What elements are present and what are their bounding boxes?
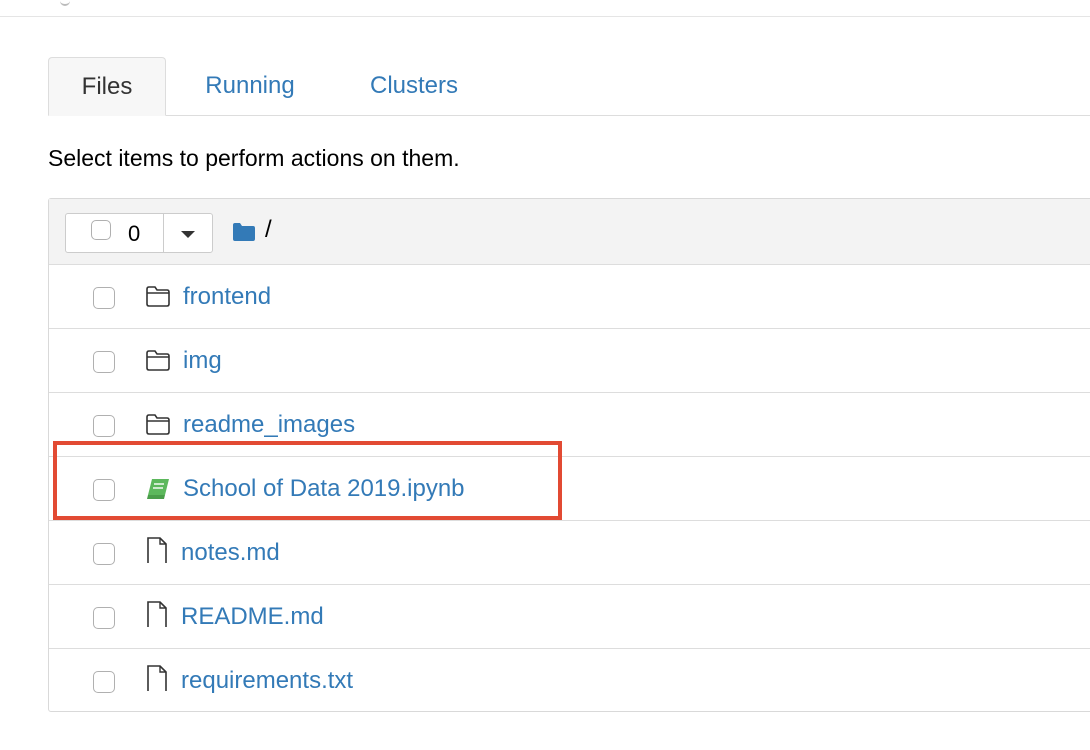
row-checkbox[interactable]	[93, 543, 115, 565]
row-checkbox[interactable]	[93, 287, 115, 309]
file-row-readme: README.md	[49, 585, 1090, 649]
select-group-divider	[163, 214, 164, 252]
file-link[interactable]: frontend	[183, 281, 271, 313]
file-row-requirements: requirements.txt	[49, 649, 1090, 713]
caret-down-icon[interactable]	[181, 231, 195, 238]
partial-header-glyph	[60, 0, 70, 6]
tab-clusters[interactable]: Clusters	[366, 57, 462, 115]
row-checkbox[interactable]	[93, 415, 115, 437]
file-icon	[147, 537, 167, 563]
file-row-img: img	[49, 329, 1090, 393]
select-all-checkbox[interactable]	[91, 220, 111, 240]
file-link[interactable]: requirements.txt	[181, 665, 353, 697]
tab-bar: Files Running Clusters	[48, 57, 1090, 116]
file-row-frontend: frontend	[49, 265, 1090, 329]
file-link[interactable]: notes.md	[181, 537, 280, 569]
file-link[interactable]: README.md	[181, 601, 324, 633]
folder-solid-icon[interactable]	[232, 223, 256, 241]
select-all-group: 0	[65, 213, 213, 253]
header-divider	[0, 16, 1090, 17]
tab-running[interactable]: Running	[202, 57, 298, 115]
breadcrumb-root[interactable]: /	[265, 216, 272, 244]
file-icon	[147, 601, 167, 627]
tab-files[interactable]: Files	[48, 57, 166, 116]
instructions-text: Select items to perform actions on them.	[48, 145, 460, 171]
file-row-notes: notes.md	[49, 521, 1090, 585]
row-checkbox[interactable]	[93, 351, 115, 373]
selected-count: 0	[128, 221, 141, 246]
row-checkbox[interactable]	[93, 671, 115, 693]
highlight-annotation	[53, 441, 562, 520]
file-link[interactable]: img	[183, 345, 222, 377]
row-checkbox[interactable]	[93, 607, 115, 629]
file-link[interactable]: readme_images	[183, 409, 355, 441]
file-list-header: 0 /	[49, 199, 1090, 265]
folder-outline-icon	[146, 350, 170, 371]
folder-outline-icon	[146, 286, 170, 307]
file-icon	[147, 665, 167, 691]
folder-outline-icon	[146, 414, 170, 435]
